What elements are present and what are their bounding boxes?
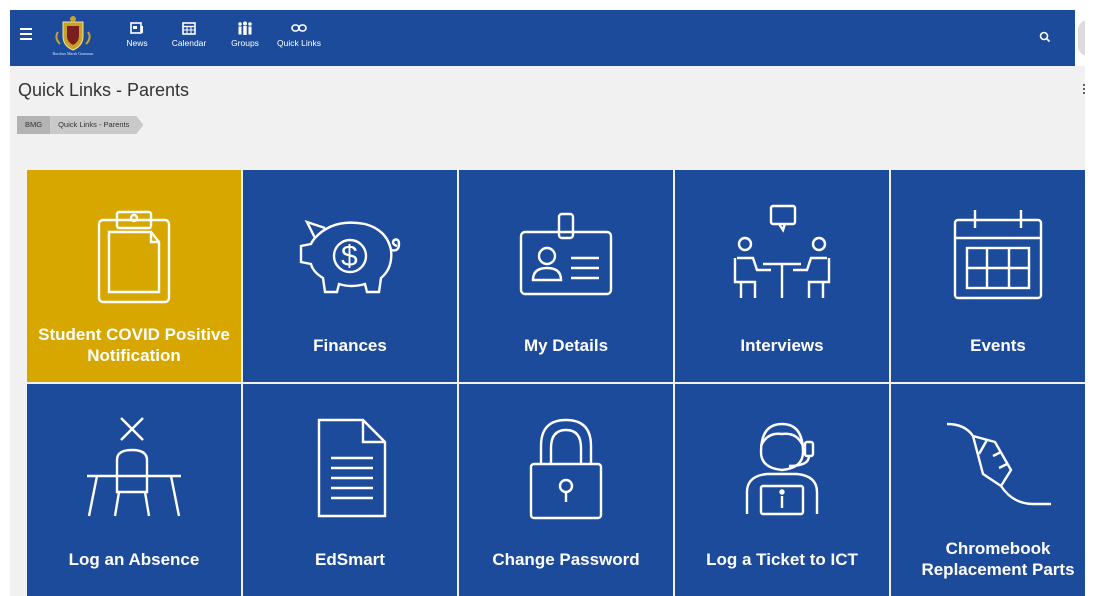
nav-calendar[interactable]: Calendar [168, 10, 210, 66]
tile-label: Student COVID Positive Notification [38, 325, 230, 365]
tile-student-covid[interactable]: Student COVID Positive Notification [27, 170, 241, 382]
document-icon [317, 418, 387, 518]
menu-icon[interactable] [16, 25, 38, 47]
tile-label: Events [970, 335, 1026, 355]
nav-news-label: News [126, 38, 148, 48]
empty-desk-icon [87, 417, 181, 517]
tile-change-password[interactable]: Change Password [459, 384, 673, 596]
link-icon [291, 24, 307, 32]
tile-label: Finances [313, 335, 387, 355]
id-badge-icon [519, 212, 613, 296]
app-window: Bacchus Marsh Grammar News Calendar Grou… [10, 10, 1085, 596]
calendar-grid-icon [953, 210, 1043, 300]
tile-events[interactable]: Events [891, 170, 1085, 382]
tile-my-details[interactable]: My Details [459, 170, 673, 382]
tile-label: EdSmart [315, 549, 385, 569]
tile-label: Log a Ticket to ICT [706, 549, 858, 569]
nav-groups[interactable]: Groups [228, 10, 262, 66]
tile-label: Change Password [492, 549, 640, 569]
nav-quick-links-label: Quick Links [277, 38, 321, 48]
breadcrumb-item-bmg[interactable]: BMG [17, 116, 51, 134]
logo-text: Bacchus Marsh Grammar [52, 51, 94, 56]
interview-icon [733, 204, 831, 298]
quick-links-grid: Student COVID Positive Notification $ Fi… [27, 170, 1085, 596]
tile-log-absence[interactable]: Log an Absence [27, 384, 241, 596]
tile-log-ticket[interactable]: Log a Ticket to ICT [675, 384, 889, 596]
breadcrumb: BMG Quick Links - Parents [17, 116, 143, 134]
news-icon [130, 22, 143, 34]
nav-quick-links[interactable]: Quick Links [277, 10, 321, 66]
more-options-icon[interactable] [1082, 84, 1085, 98]
tile-edsmart[interactable]: EdSmart [243, 384, 457, 596]
nav-news[interactable]: News [122, 10, 152, 66]
avatar[interactable] [1075, 10, 1085, 66]
groups-icon [238, 21, 252, 35]
tile-interviews[interactable]: Interviews [675, 170, 889, 382]
helpdesk-icon [745, 422, 819, 516]
svg-text:$: $ [341, 240, 358, 273]
tile-label: My Details [523, 335, 609, 355]
calendar-icon [182, 22, 196, 35]
tile-label: Chromebook Replacement Parts [921, 539, 1075, 579]
top-navigation-bar: Bacchus Marsh Grammar News Calendar Grou… [10, 10, 1075, 66]
piggy-bank-icon: $ [299, 219, 401, 294]
tile-label: Interviews [740, 335, 824, 355]
search-icon[interactable] [1038, 30, 1052, 44]
padlock-icon [529, 418, 603, 520]
power-plug-icon [946, 422, 1051, 506]
school-logo[interactable]: Bacchus Marsh Grammar [50, 14, 96, 64]
page-title: Quick Links - Parents [18, 80, 190, 100]
nav-calendar-label: Calendar [171, 38, 207, 48]
breadcrumb-item-current[interactable]: Quick Links - Parents [50, 116, 143, 134]
tile-label: Log an Absence [68, 549, 200, 569]
clipboard-icon [97, 210, 171, 304]
nav-groups-label: Groups [231, 38, 259, 48]
tile-finances[interactable]: $ Finances [243, 170, 457, 382]
tile-chromebook-parts[interactable]: Chromebook Replacement Parts [891, 384, 1085, 596]
